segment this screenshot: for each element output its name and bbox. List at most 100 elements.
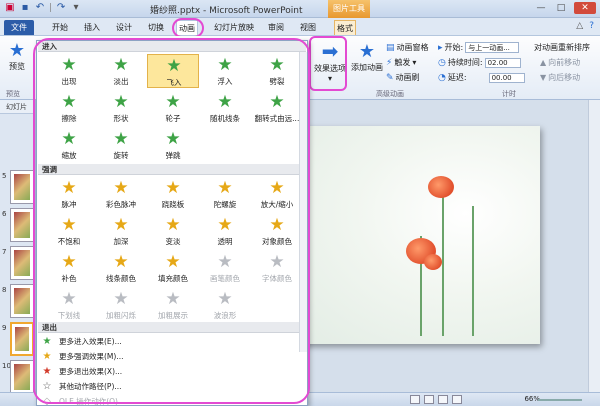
emphasis-section-header: 强调 xyxy=(38,164,306,175)
animation-effect-cell[interactable]: ★ 擦除 xyxy=(43,91,95,125)
start-combo[interactable]: 与上一动画... xyxy=(465,42,520,53)
animation-effect-cell[interactable]: ★ 线条颜色 xyxy=(95,251,147,285)
animation-effect-cell[interactable]: ★ 缩放 xyxy=(43,128,95,162)
animation-effect-cell[interactable]: ★ 随机线条 xyxy=(199,91,251,125)
animation-effect-cell[interactable]: ★ 出现 xyxy=(43,54,95,88)
star-lighten-icon: ★ xyxy=(165,215,181,235)
star-appear-icon: ★ xyxy=(61,55,77,75)
slide-canvas[interactable] xyxy=(292,126,540,344)
animation-effect-cell[interactable]: ★ 劈裂 xyxy=(251,54,303,88)
animation-effect-cell[interactable]: ★ 透明 xyxy=(199,214,251,248)
star-outline-icon: ☆ xyxy=(42,381,52,392)
tab-view[interactable]: 视图 xyxy=(298,20,318,35)
animation-effect-cell[interactable]: ★ 补色 xyxy=(43,251,95,285)
animation-effect-cell[interactable]: ★ 陀螺旋 xyxy=(199,177,251,211)
slideshow-view-icon[interactable] xyxy=(452,395,462,404)
maximize-icon[interactable]: □ xyxy=(554,2,568,14)
animation-effect-cell[interactable]: ★ 浮入 xyxy=(199,54,251,88)
move-later-button[interactable]: ▼ 向后移动 xyxy=(540,72,580,83)
animation-effect-cell[interactable]: ★ 放大/缩小 xyxy=(251,177,303,211)
gallery-menu-item[interactable]: ★ 更多退出效果(X)... xyxy=(41,365,303,378)
effect-label: 飞入 xyxy=(166,78,182,87)
slide-thumbnail-6[interactable] xyxy=(10,208,34,242)
vertical-scrollbar[interactable] xyxy=(588,100,600,392)
zoom-slider[interactable] xyxy=(538,399,582,401)
slide-sorter-view-icon[interactable] xyxy=(424,395,434,404)
brush-icon: ✎ xyxy=(386,72,394,83)
slide-thumbnail-10[interactable] xyxy=(10,360,34,394)
animation-effect-cell[interactable]: ★ 飞入 xyxy=(147,54,199,88)
effect-label: 随机线条 xyxy=(210,114,240,123)
clock-icon: ◷ xyxy=(438,57,446,68)
animation-effect-cell[interactable]: ★ 轮子 xyxy=(147,91,199,125)
start-icon: ▸ xyxy=(438,42,443,53)
effect-label: 擦除 xyxy=(61,114,77,123)
tab-file[interactable]: 文件 xyxy=(4,20,34,35)
animation-effect-cell[interactable]: ★ 加深 xyxy=(95,214,147,248)
animation-effect-cell[interactable]: ★ 填充颜色 xyxy=(147,251,199,285)
tab-review[interactable]: 审阅 xyxy=(266,20,286,35)
customize-qat-icon[interactable]: ▾ xyxy=(70,2,82,14)
animation-effect-cell[interactable]: ★ 彩色脉冲 xyxy=(95,177,147,211)
star-red-icon: ★ xyxy=(42,366,52,377)
animation-effect-cell[interactable]: ★ 弹跳 xyxy=(147,128,199,162)
delay-label: 延迟: xyxy=(447,73,467,82)
tab-slideshow[interactable]: 幻灯片放映 xyxy=(212,20,256,35)
add-animation-button[interactable]: ★ 添加动画 xyxy=(350,41,384,73)
animation-effect-cell[interactable]: ★ 淡出 xyxy=(95,54,147,88)
slide-number-7: 7 xyxy=(2,248,7,256)
effect-label: 出现 xyxy=(61,77,77,86)
menu-item-label: 更多退出效果(X)... xyxy=(59,367,123,376)
effect-label: 跷跷板 xyxy=(161,200,185,209)
slide-number-5: 5 xyxy=(2,172,7,180)
animation-effect-cell[interactable]: ★ 对象颜色 xyxy=(251,214,303,248)
normal-view-icon[interactable] xyxy=(410,395,420,404)
save-icon[interactable]: ▪ xyxy=(19,2,31,14)
gallery-scrollbar[interactable] xyxy=(299,52,307,352)
exit-section-header: 退出 xyxy=(38,322,306,333)
trigger-button[interactable]: ⚡ 触发 ▾ xyxy=(386,57,416,68)
powerpoint-logo-icon[interactable]: ▣ xyxy=(4,2,16,14)
help-icon[interactable]: ? xyxy=(589,21,594,31)
animation-effect-cell[interactable]: ★ 形状 xyxy=(95,91,147,125)
tab-insert[interactable]: 插入 xyxy=(82,20,102,35)
slide-thumbnail-9[interactable] xyxy=(10,322,34,356)
star-colorpulse-icon: ★ xyxy=(113,178,129,198)
star-desaturate-icon: ★ xyxy=(61,215,77,235)
star-brushcolor-icon: ★ xyxy=(217,252,233,272)
redo-icon[interactable]: ↷ xyxy=(55,2,67,14)
gallery-menu-item[interactable]: ★ 更多强调效果(M)... xyxy=(41,350,303,363)
slide-thumbnail-8[interactable] xyxy=(10,284,34,318)
gallery-menu-item[interactable]: ☆ 其他动作路径(P)... xyxy=(41,380,303,393)
animation-effect-cell[interactable]: ★ 翻转式由远... xyxy=(251,91,303,125)
animation-painter-button[interactable]: ✎ 动画刷 xyxy=(386,72,420,83)
ole-icon: ◇ xyxy=(43,396,51,406)
animation-effect-cell[interactable]: ★ 脉冲 xyxy=(43,177,95,211)
preview-button[interactable]: ★ 预览 xyxy=(6,40,28,72)
delay-spinner[interactable]: 00.00 xyxy=(488,72,525,83)
animation-pane-button[interactable]: ▤ 动画窗格 xyxy=(386,42,429,53)
ribbon-collapse-icon[interactable]: △ xyxy=(576,21,583,31)
slide-thumbnail-5[interactable] xyxy=(10,170,34,204)
star-underline-icon: ★ xyxy=(61,289,77,309)
animation-effect-cell[interactable]: ★ 跷跷板 xyxy=(147,177,199,211)
reading-view-icon[interactable] xyxy=(438,395,448,404)
duration-spinner[interactable]: 02.00 xyxy=(484,57,521,68)
tab-home[interactable]: 开始 xyxy=(50,20,70,35)
animation-effect-cell[interactable]: ★ 旋转 xyxy=(95,128,147,162)
minimize-icon[interactable]: — xyxy=(534,2,548,14)
star-transparency-icon: ★ xyxy=(217,215,233,235)
undo-icon[interactable]: ↶ xyxy=(34,2,46,14)
move-earlier-button[interactable]: ▲ 向前移动 xyxy=(540,57,580,68)
tab-design[interactable]: 设计 xyxy=(114,20,134,35)
effect-label: 不饱和 xyxy=(57,237,81,246)
slides-tab[interactable]: 幻灯片 xyxy=(0,100,35,114)
animation-effect-cell[interactable]: ★ 不饱和 xyxy=(43,214,95,248)
tab-transitions[interactable]: 切换 xyxy=(146,20,166,35)
effect-label: 画笔颜色 xyxy=(210,274,240,283)
close-icon[interactable]: ✕ xyxy=(574,2,596,14)
slide-thumbnail-7[interactable] xyxy=(10,246,34,280)
animation-effect-cell[interactable]: ★ 变淡 xyxy=(147,214,199,248)
tab-format[interactable]: 格式 xyxy=(334,20,356,35)
gallery-menu-item[interactable]: ★ 更多进入效果(E)... xyxy=(41,335,303,348)
